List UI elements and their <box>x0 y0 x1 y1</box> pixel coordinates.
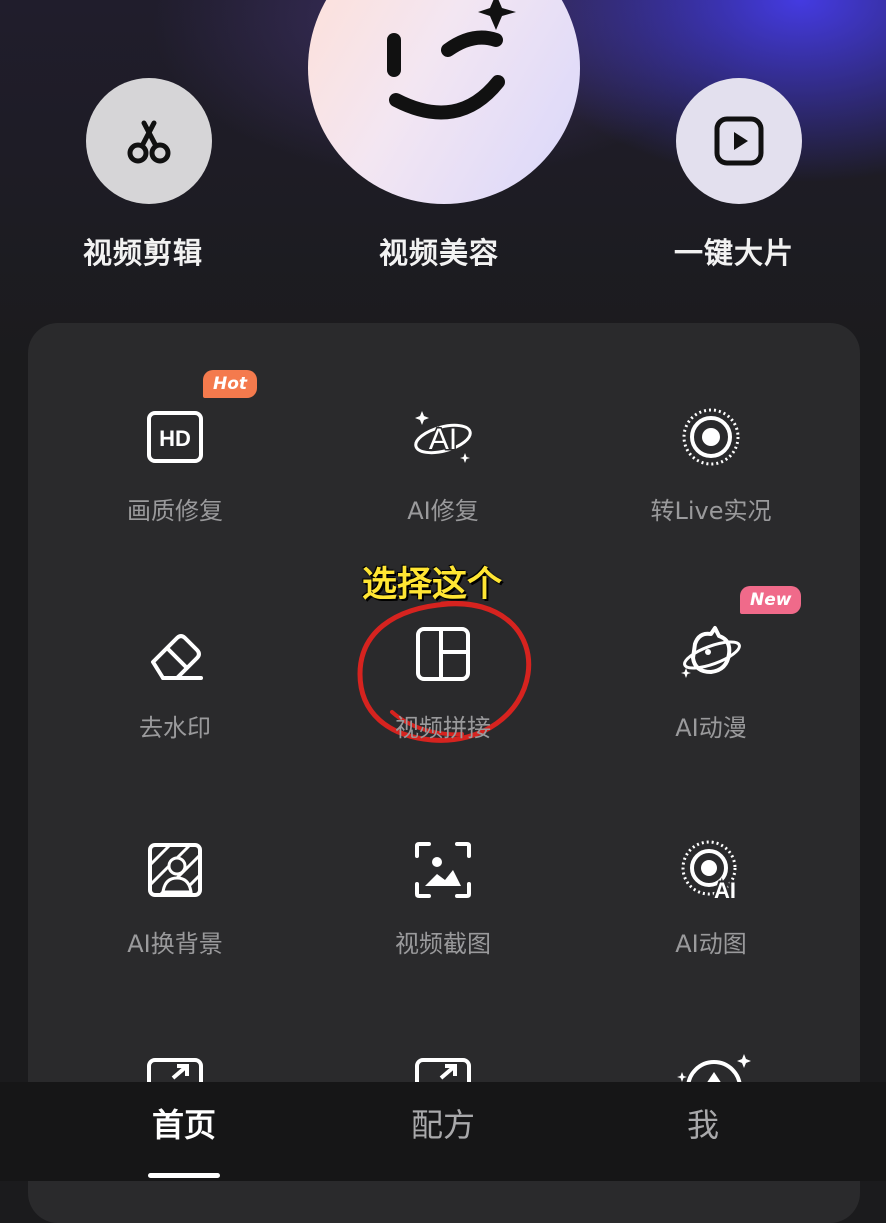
ai-sparkle-icon: AI <box>414 411 472 463</box>
tab-home[interactable]: 首页 <box>124 1100 244 1146</box>
tab-me[interactable]: 我 <box>643 1100 763 1146</box>
tool-label: AI动图 <box>675 930 747 958</box>
tool-label: 视频截图 <box>395 930 491 958</box>
tool-live-photo[interactable]: 转Live实况 <box>577 407 845 607</box>
active-tab-indicator <box>148 1173 220 1178</box>
tool-ai-gif[interactable]: AI AI动图 <box>577 840 845 1040</box>
tool-remove-watermark[interactable]: 去水印 <box>41 624 309 824</box>
tool-label: AI动漫 <box>675 714 747 742</box>
tool-label: AI换背景 <box>127 930 223 958</box>
hd-icon: HD <box>147 411 203 463</box>
feature-label: 一键大片 <box>674 236 795 270</box>
sparkle-circle-icon[interactable] <box>676 1052 752 1086</box>
scissors-icon <box>86 78 212 204</box>
tab-recipes[interactable]: 配方 <box>383 1100 503 1146</box>
tool-video-screenshot[interactable]: 视频截图 <box>309 840 577 1040</box>
eraser-icon <box>151 634 203 680</box>
play-box-icon <box>676 78 802 204</box>
smile-face-icon <box>308 0 580 204</box>
new-badge: New <box>740 586 802 614</box>
tool-label: 画质修复 <box>127 497 223 525</box>
tool-label: AI修复 <box>407 497 479 525</box>
live-photo-icon <box>682 408 740 466</box>
tool-ai-anime[interactable]: AI动漫 <box>577 624 845 824</box>
layout-grid-icon <box>416 627 470 681</box>
tool-video-splice[interactable]: 视频拼接 <box>309 624 577 824</box>
hot-badge: Hot <box>203 370 258 398</box>
tool-label: 去水印 <box>139 714 211 742</box>
svg-text:AI: AI <box>714 878 736 900</box>
feature-label: 视频剪辑 <box>83 236 204 270</box>
bottom-tab-bar: 首页 配方 我 <box>0 1082 886 1181</box>
svg-text:AI: AI <box>429 423 457 456</box>
tool-label: 视频拼接 <box>395 714 491 742</box>
tool-ai-background[interactable]: AI换背景 <box>41 840 309 1040</box>
svg-text:HD: HD <box>159 426 191 451</box>
feature-label: 视频美容 <box>379 236 500 270</box>
ai-live-icon: AI <box>681 840 738 900</box>
screenshot-icon <box>415 842 471 898</box>
replace-background-icon <box>148 843 202 897</box>
planet-icon <box>681 626 741 678</box>
tool-quality-repair[interactable]: HD 画质修复 <box>41 407 309 607</box>
tool-label: 转Live实况 <box>650 497 772 525</box>
